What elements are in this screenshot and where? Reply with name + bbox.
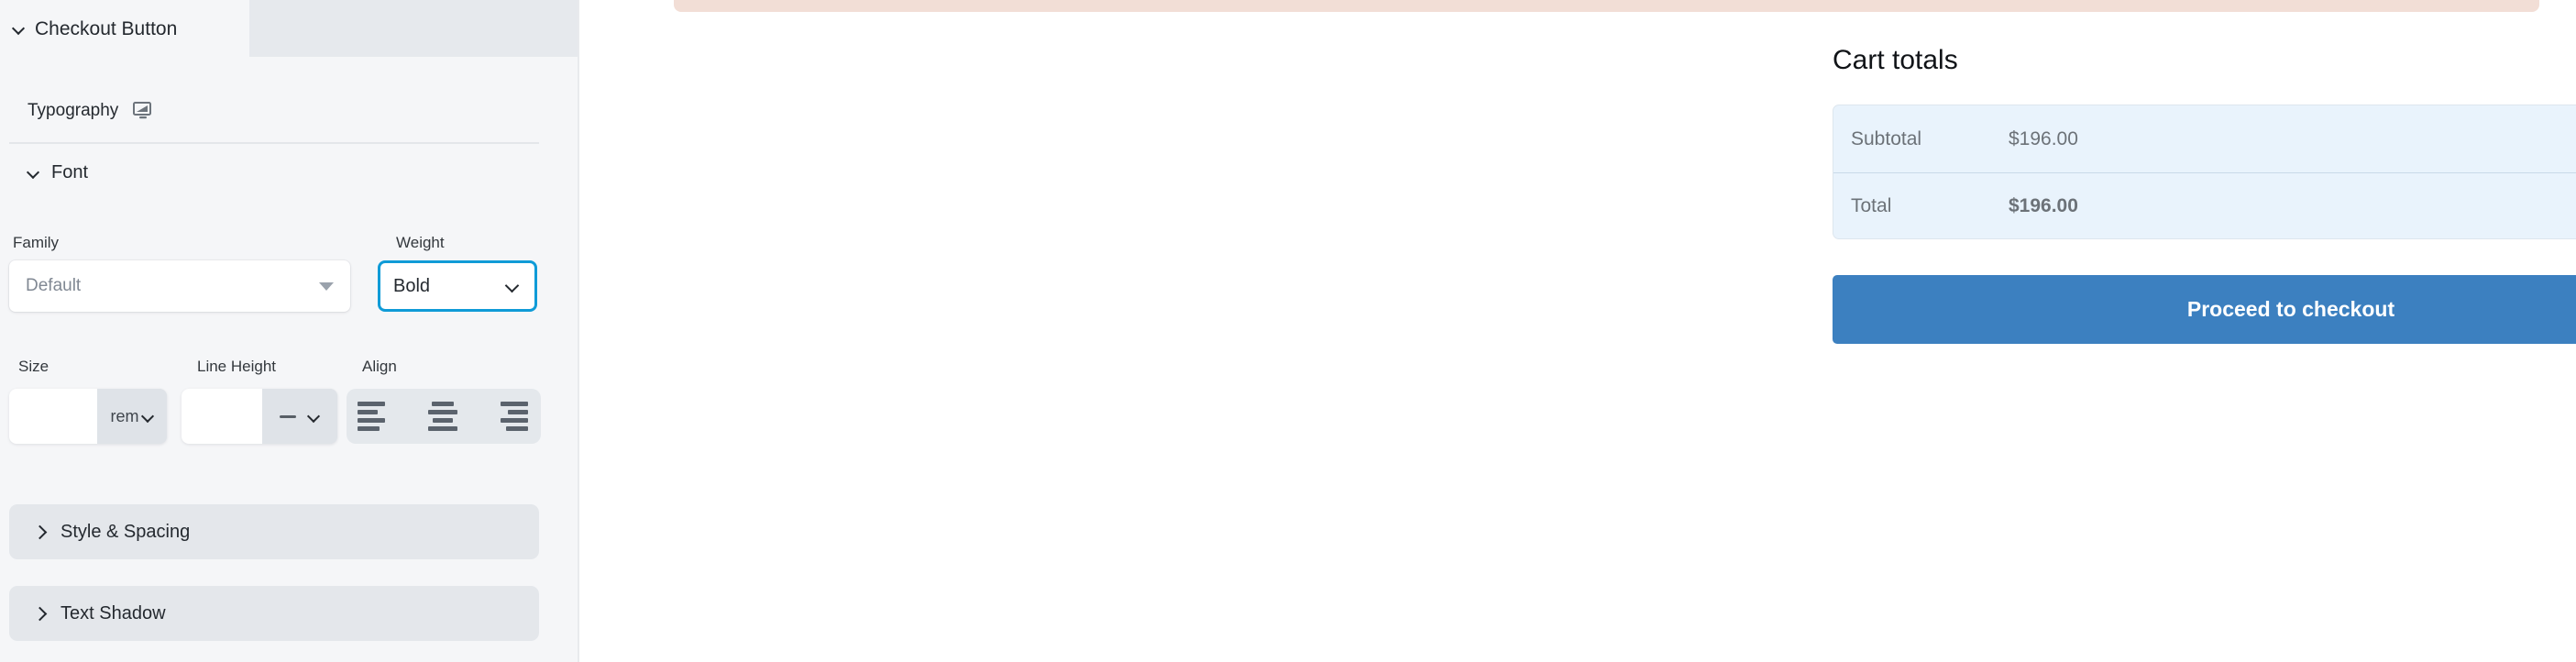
- subtotal-value: $196.00: [2009, 127, 2078, 149]
- cart-totals-section: Cart totals Subtotal $196.00 Total $196.…: [1833, 44, 2576, 239]
- weight-label: Weight: [396, 234, 445, 251]
- align-left-button[interactable]: [347, 389, 411, 444]
- family-label: Family: [13, 234, 60, 251]
- page-preview: Cart totals Subtotal $196.00 Total $196.…: [579, 0, 2576, 662]
- dash-icon: [280, 414, 296, 418]
- font-weight-value: Bold: [393, 275, 431, 296]
- table-row: Total $196.00: [1833, 172, 2576, 239]
- line-height-field[interactable]: [182, 389, 337, 444]
- align-center-button[interactable]: [411, 389, 475, 444]
- panel-header-band: [249, 0, 579, 57]
- cart-totals-table: Subtotal $196.00 Total $196.00: [1833, 105, 2576, 239]
- accordion-text-shadow[interactable]: Text Shadow: [9, 586, 539, 641]
- panel-tab-label: Checkout Button: [35, 17, 178, 39]
- proceed-to-checkout-button[interactable]: Proceed to checkout: [1833, 275, 2576, 344]
- font-size-unit-value: rem: [110, 406, 139, 425]
- font-section-header[interactable]: Font: [0, 154, 88, 191]
- font-size-input[interactable]: [9, 389, 97, 444]
- accordion-style-spacing[interactable]: Style & Spacing: [9, 504, 539, 559]
- align-label: Align: [362, 358, 397, 375]
- chevron-right-icon: [35, 606, 48, 621]
- cart-totals-title: Cart totals: [1833, 45, 1958, 75]
- line-height-input[interactable]: [182, 389, 262, 444]
- line-height-unit-select[interactable]: [262, 389, 337, 444]
- chevron-down-icon: [141, 412, 154, 421]
- accordion-style-spacing-label: Style & Spacing: [61, 521, 191, 542]
- chevron-right-icon: [35, 524, 48, 539]
- typography-row: Typography: [0, 84, 530, 138]
- chevron-down-icon: [307, 412, 320, 421]
- font-size-field[interactable]: rem: [9, 389, 167, 444]
- align-right-button[interactable]: [475, 389, 539, 444]
- sidebar-scrollbar[interactable]: [559, 0, 578, 662]
- chevron-down-icon: [13, 22, 26, 35]
- size-label: Size: [18, 358, 50, 375]
- font-family-select[interactable]: Default: [9, 260, 350, 312]
- font-size-unit-select[interactable]: rem: [97, 389, 167, 444]
- typography-label: Typography: [28, 101, 119, 120]
- line-height-label: Line Height: [197, 358, 277, 375]
- text-align-group[interactable]: [347, 389, 541, 444]
- chevron-down-icon: [28, 166, 40, 179]
- editor-sidebar: Checkout Button Typography Font Family W…: [0, 0, 579, 662]
- subtotal-label: Subtotal: [1851, 127, 1922, 149]
- font-section-title: Font: [51, 161, 89, 182]
- total-value: $196.00: [2009, 195, 2078, 216]
- chevron-down-icon: [505, 281, 522, 292]
- total-label: Total: [1851, 195, 1892, 216]
- accordion-text-shadow-label: Text Shadow: [61, 602, 166, 623]
- section-divider: [9, 142, 539, 144]
- monitor-icon[interactable]: [133, 102, 153, 120]
- table-row: Subtotal $196.00: [1833, 105, 2576, 172]
- panel-tab-checkout-button[interactable]: Checkout Button: [0, 0, 249, 57]
- font-family-value: Default: [26, 276, 82, 295]
- caret-down-icon: [319, 281, 334, 291]
- notice-banner-strip: [674, 0, 2539, 12]
- font-weight-select[interactable]: Bold: [378, 260, 537, 312]
